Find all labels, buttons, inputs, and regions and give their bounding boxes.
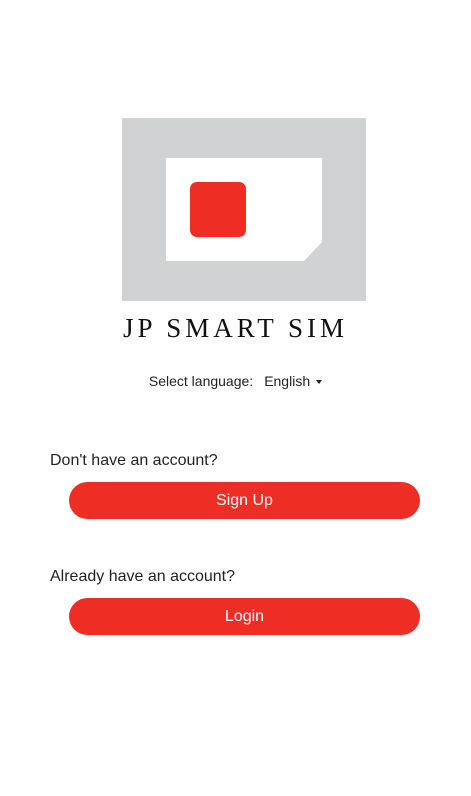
- language-selected-value: English: [264, 373, 311, 389]
- language-dropdown[interactable]: English: [264, 373, 323, 389]
- language-label: Select language:: [148, 373, 254, 389]
- sign-up-button[interactable]: Sign Up: [69, 482, 420, 519]
- language-selector-row: Select language: English: [0, 373, 471, 389]
- welcome-screen: JP SMART SIM Select language: English Do…: [0, 0, 471, 796]
- login-button[interactable]: Login: [69, 598, 420, 635]
- sim-card-logo-icon: [122, 118, 366, 301]
- caret-down-icon: [316, 379, 323, 384]
- signup-prompt: Don't have an account?: [50, 452, 218, 469]
- login-prompt: Already have an account?: [50, 568, 236, 585]
- brand-name: JP SMART SIM: [123, 313, 348, 343]
